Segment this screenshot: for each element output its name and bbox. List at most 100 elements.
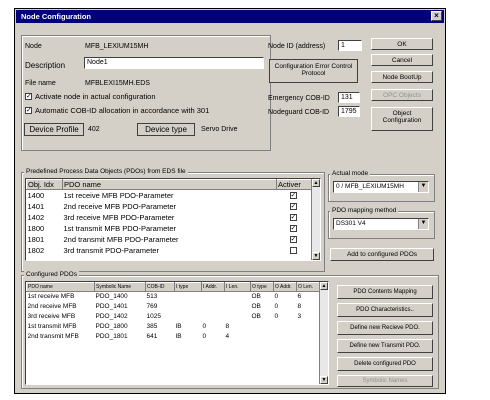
ok-button[interactable]: OK: [371, 38, 433, 50]
cancel-button[interactable]: Cancel: [371, 54, 433, 66]
define-transmit-pdo-button[interactable]: Define new Transmit PDO.: [337, 339, 433, 353]
pdo-characteristics-button[interactable]: PDO Characteristics..: [337, 303, 433, 317]
pdo-active-checkbox[interactable]: ✓: [289, 213, 297, 221]
pdo-active-checkbox[interactable]: ✓: [289, 191, 297, 199]
emergency-cob-value[interactable]: 131: [338, 92, 360, 103]
scroll-up-icon[interactable]: ▲: [312, 179, 320, 187]
table-cell: 3rd receive MFB: [27, 313, 76, 320]
table-row[interactable]: 3rd receive MFB PDO_1402 1025 OB 0 3: [27, 312, 321, 322]
table-row[interactable]: 2nd transmit MFB PDO_1801 641 IB 0 4: [27, 332, 321, 342]
chevron-down-icon[interactable]: ▼: [418, 182, 428, 192]
object-configuration-button[interactable]: Object Configuration: [371, 107, 433, 131]
node-id-value: 1: [341, 42, 345, 49]
table-cell: 1025: [146, 313, 161, 320]
column-pdo-name[interactable]: PDO name: [26, 282, 95, 292]
table-cell: OB: [251, 303, 261, 310]
table-row[interactable]: 2nd receive MFB PDO_1401 769 OB 0 8: [27, 302, 321, 312]
table-cell: 0: [274, 293, 279, 301]
mapping-method-value: DS301 V4: [336, 220, 366, 227]
table-cell: [251, 332, 274, 342]
table-cell: 3: [297, 313, 302, 320]
column-i-type[interactable]: I type: [174, 282, 202, 292]
predefined-pdos-title: Predefined Process Data Objects (PDOs) f…: [24, 168, 188, 175]
auto-cob-label: Automatic COB-ID allocation in accordanc…: [35, 106, 210, 115]
table-cell: [274, 322, 297, 332]
table-cell: IB: [175, 323, 182, 330]
activate-node-checkbox[interactable]: ✓: [25, 93, 32, 100]
pdo-contents-mapping-button[interactable]: PDO Contents Mapping: [337, 285, 433, 299]
actual-mode-select[interactable]: 0 / MFB_LEXIUM15MH ▼: [333, 181, 429, 193]
configured-pdos-table[interactable]: PDO name Symbolic Name COB-ID I type I A…: [25, 281, 329, 385]
node-id-label: Node ID (address): [268, 43, 326, 50]
chevron-down-icon[interactable]: ▼: [418, 219, 428, 229]
symbolic-names-button[interactable]: Symbolic Names: [337, 375, 433, 387]
list-item[interactable]: 1801 2nd transmit MFB PDO-Parameter ✓: [27, 234, 313, 245]
table-cell: [202, 312, 225, 322]
column-active[interactable]: Activer: [276, 179, 313, 190]
add-to-configured-pdos-button[interactable]: Add to configured PDOs: [330, 248, 434, 261]
column-cob-id[interactable]: COB-ID: [145, 282, 175, 292]
column-obj-idx[interactable]: Obj. Idx: [26, 179, 63, 190]
device-profile-value: 402: [88, 126, 100, 133]
configured-scrollbar[interactable]: ▲ ▼: [319, 282, 328, 384]
node-bootup-button[interactable]: Node BootUp: [371, 71, 433, 83]
pdo-active-checkbox[interactable]: ✓: [289, 235, 297, 243]
column-o-len[interactable]: O Len.: [296, 282, 321, 292]
actual-mode-value: 0 / MFB_LEXIUM15MH: [336, 183, 404, 190]
column-o-addr[interactable]: O Addr.: [273, 282, 297, 292]
pdo-name: 2nd transmit MFB PDO-Parameter: [63, 234, 179, 244]
window-title: Node Configuration: [21, 12, 91, 21]
table-cell: [175, 292, 202, 302]
list-item[interactable]: 1802 3rd transmit PDO-Parameter: [27, 245, 313, 256]
obj-idx: 1402: [27, 212, 45, 222]
predefined-pdos-list[interactable]: Obj. Idx PDO name Activer 1400 1st receive …: [25, 178, 321, 261]
node-value: MFB_LEXIUM15MH: [85, 43, 149, 50]
pdo-name: 1st transmit MFB PDO-Parameter: [63, 223, 177, 233]
table-row[interactable]: 1st receive MFB PDO_1400 513 OB 0 6: [27, 292, 321, 302]
table-cell: 0: [202, 333, 207, 340]
node-id-input[interactable]: 1: [338, 40, 362, 51]
list-item[interactable]: 1400 1st receive MFB PDO-Parameter ✓: [27, 190, 313, 201]
column-i-addr[interactable]: I Addr.: [201, 282, 225, 292]
pdo-active-checkbox[interactable]: [289, 246, 297, 254]
close-icon[interactable]: ×: [431, 11, 442, 21]
column-symbolic-name[interactable]: Symbolic Name: [94, 282, 146, 292]
table-cell: [202, 292, 225, 302]
table-cell: 0: [274, 303, 279, 310]
pdo-active-checkbox[interactable]: ✓: [289, 224, 297, 232]
list-item[interactable]: 1402 3rd receive MFB PDO-Parameter ✓: [27, 212, 313, 223]
column-i-len[interactable]: I Len.: [224, 282, 251, 292]
file-name-value: MFBLEXI15MH.EDS: [85, 80, 150, 87]
table-cell: [175, 302, 202, 312]
scroll-down-icon[interactable]: ▼: [320, 376, 328, 384]
obj-idx: 1800: [27, 223, 45, 233]
table-cell: 8: [225, 323, 230, 330]
table-row[interactable]: 1st transmit MFB PDO_1800 385 IB 0 8: [27, 322, 321, 332]
auto-cob-checkbox[interactable]: ✓: [25, 107, 32, 114]
table-cell: 0: [202, 323, 207, 330]
obj-idx: 1802: [27, 245, 45, 255]
define-receive-pdo-button[interactable]: Define new Recieve PDO.: [337, 321, 433, 335]
file-name-label: File name: [25, 80, 56, 87]
nodeguard-cob-value[interactable]: 1795: [338, 106, 360, 117]
delete-configured-pdo-button[interactable]: Delete configured PDO: [337, 357, 433, 371]
predefined-scrollbar[interactable]: ▲ ▼: [311, 179, 320, 260]
pdo-name: 3rd receive MFB PDO-Parameter: [63, 212, 175, 222]
table-cell: OB: [251, 313, 261, 320]
table-cell: [225, 312, 251, 322]
table-cell: PDO_1400: [95, 293, 128, 301]
scroll-down-icon[interactable]: ▼: [312, 252, 320, 260]
list-item[interactable]: 1800 1st transmit MFB PDO-Parameter ✓: [27, 223, 313, 234]
table-cell: [297, 332, 321, 342]
scroll-up-icon[interactable]: ▲: [320, 282, 328, 290]
table-cell: OB: [251, 293, 261, 301]
column-pdo-name[interactable]: PDO name: [62, 179, 277, 190]
table-cell: 8: [297, 303, 302, 310]
opc-objects-button[interactable]: OPC Objects: [371, 89, 433, 101]
column-o-type[interactable]: O type: [250, 282, 274, 292]
mapping-method-select[interactable]: DS301 V4 ▼: [333, 218, 429, 230]
list-item[interactable]: 1401 2nd receive MFB PDO-Parameter ✓: [27, 201, 313, 212]
description-input[interactable]: Node1: [84, 57, 264, 69]
pdo-active-checkbox[interactable]: ✓: [289, 202, 297, 210]
table-cell: 1st transmit MFB: [27, 323, 77, 330]
